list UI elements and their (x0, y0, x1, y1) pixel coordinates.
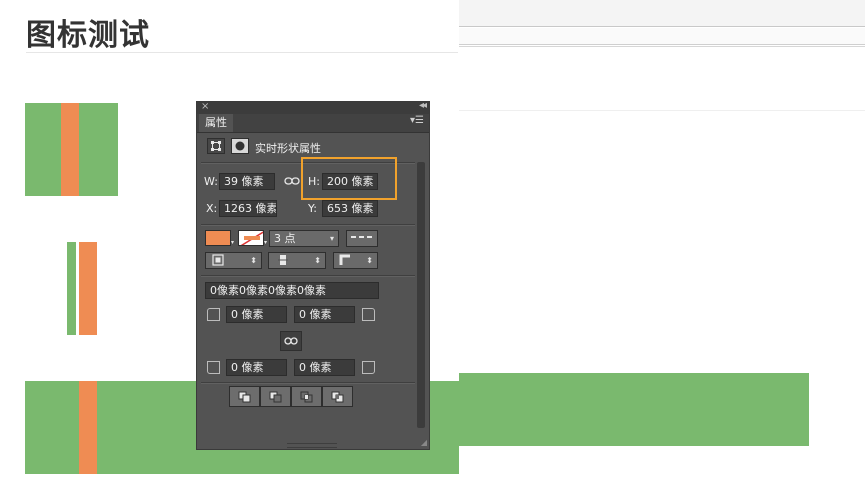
top-toolbar-strip (459, 0, 865, 27)
tab-properties[interactable]: 属性 (199, 114, 233, 132)
mask-icon[interactable] (231, 138, 249, 154)
stroke-type-select[interactable] (346, 230, 378, 247)
link-icon[interactable] (284, 175, 300, 190)
corner-bottom-left-field[interactable]: 0 像素 (226, 359, 287, 376)
corner-bottom-right-field[interactable]: 0 像素 (294, 359, 355, 376)
orange-bar-1[interactable] (61, 103, 79, 196)
section-divider (201, 275, 415, 277)
tab-row: 属性 ▾☰ (197, 114, 429, 133)
stroke-width-value: 3 点 (274, 232, 296, 245)
fill-dropdown-icon[interactable]: ▾ (231, 239, 234, 246)
corner-top-right-icon (362, 308, 375, 321)
corner-bottom-right-icon (362, 361, 375, 374)
w-label: W: (204, 175, 218, 188)
divider-line (459, 110, 865, 111)
orange-bar-3[interactable] (79, 381, 97, 474)
corner-top-left-icon (207, 308, 220, 321)
stroke-cap-select[interactable]: ⬍ (268, 252, 326, 269)
panel-menu-icon[interactable]: ▾☰ (410, 115, 424, 126)
x-label: X: (206, 202, 218, 215)
stroke-dropdown-icon[interactable]: ▾ (264, 239, 267, 246)
page-title: 图标测试 (26, 18, 150, 53)
highlight-annotation (301, 157, 397, 200)
width-field[interactable]: 39 像素 (219, 173, 275, 190)
green-rect-4[interactable] (459, 373, 809, 446)
corner-top-left-field[interactable]: 0 像素 (226, 306, 287, 323)
stepper-icon: ⬍ (314, 256, 321, 265)
y-label: Y: (308, 202, 317, 215)
link-corners-button[interactable] (280, 331, 302, 351)
stroke-width-select[interactable]: 3 点 ▾ (269, 230, 339, 247)
stepper-icon: ⬍ (366, 256, 373, 265)
green-strip-2[interactable] (67, 242, 76, 335)
orange-bar-2[interactable] (79, 242, 97, 335)
section-divider (201, 382, 415, 384)
resize-grip[interactable] (287, 443, 337, 448)
transform-icon[interactable] (207, 138, 225, 154)
stroke-swatch[interactable] (238, 230, 264, 246)
divider-line (459, 46, 865, 47)
panel-scrollbar[interactable] (417, 162, 425, 428)
close-icon[interactable]: × (201, 101, 209, 112)
combine-shapes-button[interactable] (229, 386, 260, 407)
corner-bottom-left-icon (207, 361, 220, 374)
resize-corner-icon[interactable]: ◢ (421, 438, 427, 447)
panel-titlebar[interactable]: × ◂◂ (197, 100, 429, 114)
title-divider (26, 52, 458, 53)
stepper-icon: ⬍ (250, 256, 257, 265)
corner-radius-combined-field[interactable]: 0像素0像素0像素0像素 (205, 282, 379, 299)
stroke-align-select[interactable]: ⬍ (205, 252, 262, 269)
section-divider (201, 224, 415, 226)
fill-swatch[interactable] (205, 230, 231, 246)
live-shape-label: 实时形状属性 (255, 142, 321, 155)
x-field[interactable]: 1263 像素 (219, 200, 277, 217)
chevron-down-icon: ▾ (329, 234, 334, 243)
corner-top-right-field[interactable]: 0 像素 (294, 306, 355, 323)
path-operations-group (229, 386, 353, 407)
stroke-corner-select[interactable]: ⬍ (333, 252, 378, 269)
exclude-overlap-button[interactable] (322, 386, 353, 407)
ruler-strip (459, 28, 865, 45)
intersect-shapes-button[interactable] (291, 386, 322, 407)
subtract-shape-button[interactable] (260, 386, 291, 407)
y-field[interactable]: 653 像素 (322, 200, 378, 217)
collapse-icon[interactable]: ◂◂ (419, 100, 427, 111)
